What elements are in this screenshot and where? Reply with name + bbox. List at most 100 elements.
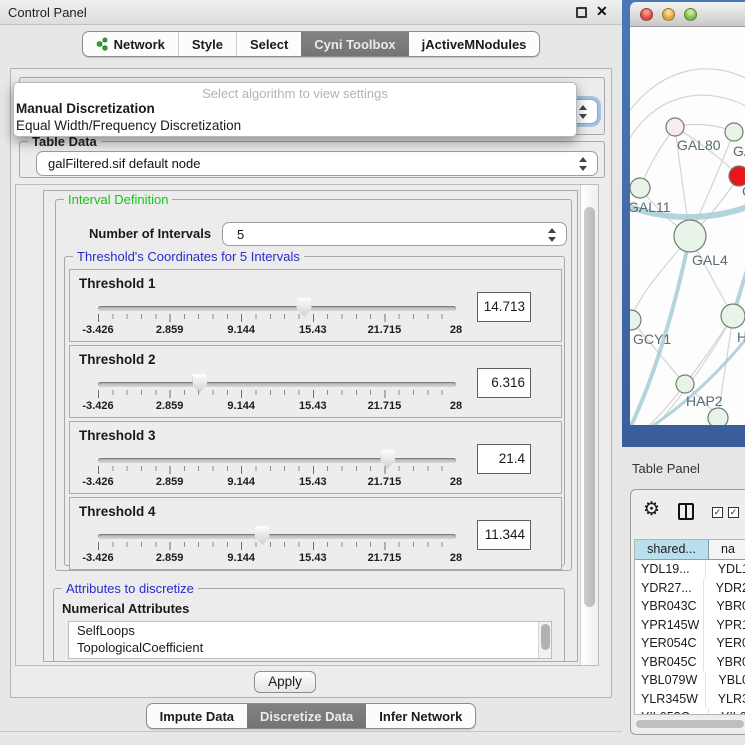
network-edge [630, 69, 745, 117]
cell[interactable]: YBR0 [704, 597, 745, 616]
tab-impute-data-label: Impute Data [160, 709, 234, 724]
tick-label: -3.426 [82, 324, 113, 336]
cell[interactable]: YDR27... [635, 579, 704, 598]
cell[interactable]: YLR3 [706, 690, 745, 709]
checkbox-icon[interactable]: ✓ [712, 507, 723, 518]
tick-label: 2.859 [156, 400, 184, 412]
tick-label: 9.144 [227, 552, 255, 564]
tab-cyni-toolbox[interactable]: Cyni Toolbox [301, 32, 408, 56]
tab-infer-network[interactable]: Infer Network [366, 704, 475, 728]
table-row[interactable]: YBL079W YBL0 [635, 671, 745, 690]
threshold-2-value-field[interactable]: 6.316 [477, 368, 531, 398]
slider-tick-labels: -3.426 2.859 9.144 15.43 21.715 28 [98, 400, 456, 414]
node-label-gal80: GAL80 [677, 137, 721, 153]
slider-track[interactable] [98, 306, 456, 311]
node-gal80[interactable] [666, 118, 684, 136]
cell[interactable]: YBL079W [635, 671, 706, 690]
tab-select[interactable]: Select [236, 32, 301, 56]
slider-ticks [98, 314, 456, 322]
node-gal4[interactable] [674, 220, 706, 252]
table-row[interactable]: YLR345W YLR3 [635, 690, 745, 709]
node-gcy1[interactable] [630, 310, 641, 330]
cell[interactable]: YBR043C [635, 597, 704, 616]
table-row[interactable]: YIL052C YIL0 [635, 708, 745, 715]
tick-label: 28 [450, 324, 462, 336]
cell[interactable]: YDL1 [706, 560, 745, 579]
columns-icon[interactable] [678, 503, 694, 520]
list-scrollbar[interactable] [538, 622, 551, 658]
table-panel-title: Table Panel [632, 461, 700, 476]
tick-label: 15.43 [299, 324, 327, 336]
table-row[interactable]: YBR043C YBR0 [635, 597, 745, 616]
horizontal-scrollbar-thumb[interactable] [636, 720, 744, 728]
cell[interactable]: YLR345W [635, 690, 706, 709]
numerical-attributes-list[interactable]: SelfLoops TopologicalCoefficient Between… [68, 621, 552, 659]
list-scrollbar-thumb[interactable] [541, 624, 550, 650]
thresholds-group: Threshold's Coordinates for 5 Intervals … [64, 256, 565, 566]
column-header-name[interactable]: na [709, 540, 745, 559]
tab-discretize-data[interactable]: Discretize Data [247, 704, 366, 728]
cell[interactable]: YPR145W [635, 616, 704, 635]
float-panel-icon[interactable] [576, 7, 587, 18]
apply-button[interactable]: Apply [254, 671, 316, 693]
node-partial-bottom[interactable] [708, 408, 728, 425]
node-partial-top-right[interactable] [725, 123, 743, 141]
network-canvas[interactable]: GAL80 GA C GAL11 GAL4 GCY1 H HAP2 [630, 27, 745, 425]
threshold-3-value-field[interactable]: 21.4 [477, 444, 531, 474]
cell[interactable]: YDR2 [704, 579, 745, 598]
table-row[interactable]: YDR27... YDR2 [635, 579, 745, 598]
slider-track[interactable] [98, 534, 456, 539]
cell[interactable]: YPR1 [704, 616, 745, 635]
tab-network[interactable]: Network [83, 32, 178, 56]
threshold-4-slider[interactable]: -3.426 2.859 9.144 15.43 21.715 28 [78, 525, 470, 569]
threshold-2-slider[interactable]: -3.426 2.859 9.144 15.43 21.715 28 [78, 373, 470, 417]
table-row[interactable]: YPR145W YPR1 [635, 616, 745, 635]
interval-definition-title: Interval Definition [64, 192, 172, 207]
tab-impute-data[interactable]: Impute Data [147, 704, 247, 728]
cell[interactable]: YBR0 [704, 653, 745, 672]
cell[interactable]: YDL19... [635, 560, 706, 579]
popup-option-manual-discretization[interactable]: Manual Discretization [14, 100, 576, 117]
close-traffic-light[interactable] [640, 8, 653, 21]
cell[interactable]: YIL0 [709, 708, 745, 715]
table-header-row: shared... na [635, 540, 745, 560]
node-partial-mid-right[interactable] [721, 304, 745, 328]
cell[interactable]: YER054C [635, 634, 704, 653]
tab-jactivemnodules[interactable]: jActiveMNodules [409, 32, 540, 56]
number-of-intervals-spinner[interactable]: 5 [222, 222, 567, 246]
zoom-traffic-light[interactable] [684, 8, 697, 21]
threshold-2-box: Threshold 2 -3.426 2.859 9.144 15.43 [69, 345, 562, 418]
cell[interactable]: YBL0 [706, 671, 745, 690]
vertical-scrollbar-thumb[interactable] [584, 207, 595, 607]
list-item[interactable]: SelfLoops [69, 622, 551, 639]
vertical-scrollbar[interactable] [580, 185, 598, 665]
table-row[interactable]: YBR045C YBR0 [635, 653, 745, 672]
slider-track[interactable] [98, 382, 456, 387]
tick-label: 28 [450, 552, 462, 564]
threshold-1-slider[interactable]: -3.426 2.859 9.144 15.43 21.715 28 [78, 297, 470, 341]
cell[interactable]: YER0 [704, 634, 745, 653]
cell[interactable]: YBR045C [635, 653, 704, 672]
gear-icon[interactable]: ⚙ [643, 498, 660, 521]
list-item[interactable]: BetweennessCentrality [69, 656, 551, 659]
cell[interactable]: YIL052C [635, 708, 709, 715]
minimize-traffic-light[interactable] [662, 8, 675, 21]
slider-track[interactable] [98, 458, 456, 463]
column-header-shared-name[interactable]: shared... [635, 540, 709, 559]
horizontal-scrollbar[interactable] [634, 718, 745, 730]
table-data-combobox[interactable]: galFiltered.sif default node [36, 151, 598, 176]
threshold-4-value-field[interactable]: 11.344 [477, 520, 531, 550]
node-hap2[interactable] [676, 375, 694, 393]
threshold-3-slider[interactable]: -3.426 2.859 9.144 15.43 21.715 28 [78, 449, 470, 493]
node-gal11[interactable] [630, 178, 650, 198]
tab-style[interactable]: Style [178, 32, 236, 56]
list-item[interactable]: TopologicalCoefficient [69, 639, 551, 656]
checkbox-icon[interactable]: ✓ [728, 507, 739, 518]
popup-option-equal-width-frequency[interactable]: Equal Width/Frequency Discretization [14, 117, 576, 134]
table-row[interactable]: YDL19... YDL1 [635, 560, 745, 579]
close-panel-icon[interactable]: ✕ [596, 3, 608, 20]
table-row[interactable]: YER054C YER0 [635, 634, 745, 653]
tab-jactivemnodules-label: jActiveMNodules [422, 37, 527, 52]
slider-tick-labels: -3.426 2.859 9.144 15.43 21.715 28 [98, 476, 456, 490]
threshold-1-value-field[interactable]: 14.713 [477, 292, 531, 322]
